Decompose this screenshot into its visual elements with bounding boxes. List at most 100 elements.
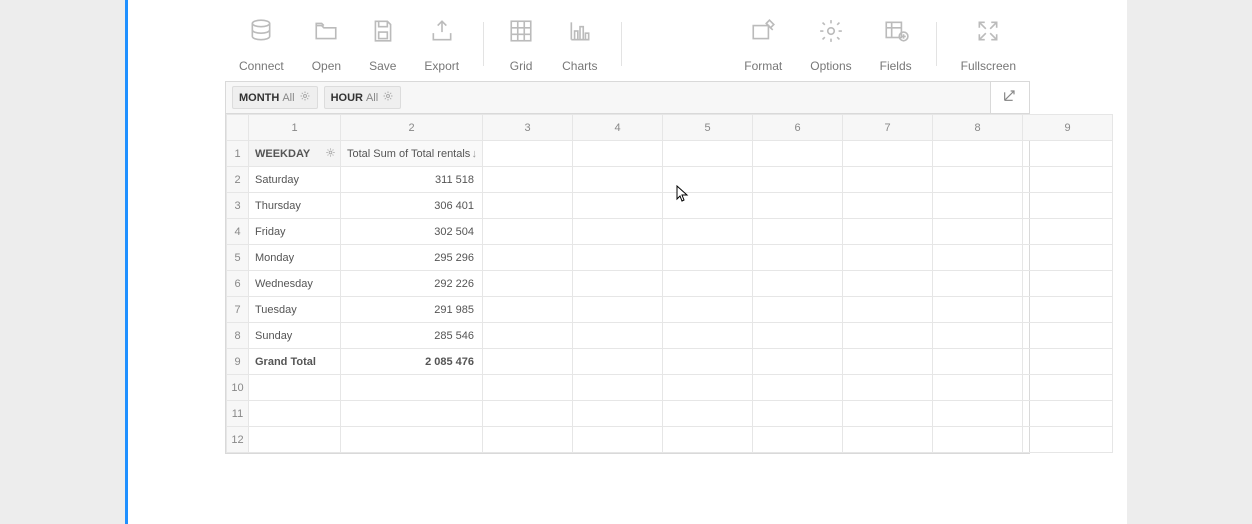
- empty-cell[interactable]: [483, 375, 573, 401]
- empty-cell[interactable]: [933, 167, 1023, 193]
- empty-cell[interactable]: [843, 141, 933, 167]
- value-field-header[interactable]: Total Sum of Total rentals↓: [341, 141, 483, 167]
- empty-cell[interactable]: [1023, 245, 1113, 271]
- column-header[interactable]: 6: [753, 115, 843, 141]
- empty-cell[interactable]: [663, 323, 753, 349]
- empty-cell[interactable]: [753, 401, 843, 427]
- row-number[interactable]: 12: [227, 427, 249, 453]
- empty-cell[interactable]: [483, 141, 573, 167]
- empty-cell[interactable]: [663, 193, 753, 219]
- filter-chip-hour[interactable]: HOUR All: [324, 86, 402, 109]
- empty-cell[interactable]: [483, 193, 573, 219]
- empty-cell[interactable]: [933, 141, 1023, 167]
- column-header[interactable]: 4: [573, 115, 663, 141]
- row-label[interactable]: Friday: [249, 219, 341, 245]
- empty-cell[interactable]: [483, 245, 573, 271]
- grand-total-label[interactable]: Grand Total: [249, 349, 341, 375]
- empty-cell[interactable]: [843, 427, 933, 453]
- row-number[interactable]: 4: [227, 219, 249, 245]
- row-value[interactable]: 285 546: [341, 323, 483, 349]
- empty-cell[interactable]: [1023, 141, 1113, 167]
- row-number[interactable]: 11: [227, 401, 249, 427]
- row-label[interactable]: Tuesday: [249, 297, 341, 323]
- empty-cell[interactable]: [341, 401, 483, 427]
- empty-cell[interactable]: [753, 271, 843, 297]
- row-number[interactable]: 10: [227, 375, 249, 401]
- empty-cell[interactable]: [933, 323, 1023, 349]
- empty-cell[interactable]: [933, 297, 1023, 323]
- empty-cell[interactable]: [1023, 427, 1113, 453]
- empty-cell[interactable]: [933, 375, 1023, 401]
- row-label[interactable]: Monday: [249, 245, 341, 271]
- empty-cell[interactable]: [483, 427, 573, 453]
- grid-button[interactable]: Grid: [494, 18, 548, 73]
- empty-cell[interactable]: [843, 245, 933, 271]
- empty-cell[interactable]: [843, 219, 933, 245]
- empty-cell[interactable]: [753, 375, 843, 401]
- row-number[interactable]: 2: [227, 167, 249, 193]
- empty-cell[interactable]: [843, 271, 933, 297]
- row-number[interactable]: 6: [227, 271, 249, 297]
- row-number[interactable]: 8: [227, 323, 249, 349]
- empty-cell[interactable]: [573, 297, 663, 323]
- column-header[interactable]: 5: [663, 115, 753, 141]
- empty-cell[interactable]: [753, 349, 843, 375]
- empty-cell[interactable]: [1023, 193, 1113, 219]
- sort-desc-icon[interactable]: ↓: [472, 148, 478, 160]
- row-value[interactable]: 291 985: [341, 297, 483, 323]
- row-number[interactable]: 5: [227, 245, 249, 271]
- column-header[interactable]: 1: [249, 115, 341, 141]
- column-header[interactable]: 8: [933, 115, 1023, 141]
- export-button[interactable]: Export: [410, 18, 473, 73]
- column-header[interactable]: 2: [341, 115, 483, 141]
- empty-cell[interactable]: [1023, 219, 1113, 245]
- empty-cell[interactable]: [573, 349, 663, 375]
- empty-cell[interactable]: [843, 401, 933, 427]
- empty-cell[interactable]: [249, 427, 341, 453]
- format-button[interactable]: Format: [730, 18, 796, 73]
- empty-cell[interactable]: [573, 167, 663, 193]
- empty-cell[interactable]: [1023, 167, 1113, 193]
- empty-cell[interactable]: [753, 167, 843, 193]
- empty-cell[interactable]: [573, 193, 663, 219]
- options-button[interactable]: Options: [796, 18, 865, 73]
- empty-cell[interactable]: [249, 375, 341, 401]
- empty-cell[interactable]: [753, 297, 843, 323]
- row-number[interactable]: 1: [227, 141, 249, 167]
- row-value[interactable]: 292 226: [341, 271, 483, 297]
- empty-cell[interactable]: [573, 401, 663, 427]
- empty-cell[interactable]: [573, 141, 663, 167]
- empty-cell[interactable]: [843, 375, 933, 401]
- empty-cell[interactable]: [753, 427, 843, 453]
- filter-chip-month[interactable]: MONTH All: [232, 86, 318, 109]
- empty-cell[interactable]: [483, 167, 573, 193]
- empty-cell[interactable]: [483, 271, 573, 297]
- empty-cell[interactable]: [753, 193, 843, 219]
- empty-cell[interactable]: [1023, 401, 1113, 427]
- empty-cell[interactable]: [573, 271, 663, 297]
- row-value[interactable]: 306 401: [341, 193, 483, 219]
- empty-cell[interactable]: [663, 375, 753, 401]
- empty-cell[interactable]: [663, 167, 753, 193]
- collapse-button[interactable]: [990, 81, 1030, 114]
- empty-cell[interactable]: [573, 245, 663, 271]
- empty-cell[interactable]: [933, 193, 1023, 219]
- empty-cell[interactable]: [483, 297, 573, 323]
- grand-total-value[interactable]: 2 085 476: [341, 349, 483, 375]
- row-number[interactable]: 3: [227, 193, 249, 219]
- empty-cell[interactable]: [843, 323, 933, 349]
- empty-cell[interactable]: [663, 349, 753, 375]
- empty-cell[interactable]: [933, 401, 1023, 427]
- empty-cell[interactable]: [1023, 375, 1113, 401]
- row-label[interactable]: Wednesday: [249, 271, 341, 297]
- empty-cell[interactable]: [753, 219, 843, 245]
- empty-cell[interactable]: [483, 323, 573, 349]
- empty-cell[interactable]: [573, 375, 663, 401]
- open-button[interactable]: Open: [298, 18, 355, 73]
- empty-cell[interactable]: [341, 427, 483, 453]
- empty-cell[interactable]: [933, 271, 1023, 297]
- empty-cell[interactable]: [753, 141, 843, 167]
- empty-cell[interactable]: [663, 245, 753, 271]
- column-header[interactable]: 3: [483, 115, 573, 141]
- empty-cell[interactable]: [1023, 297, 1113, 323]
